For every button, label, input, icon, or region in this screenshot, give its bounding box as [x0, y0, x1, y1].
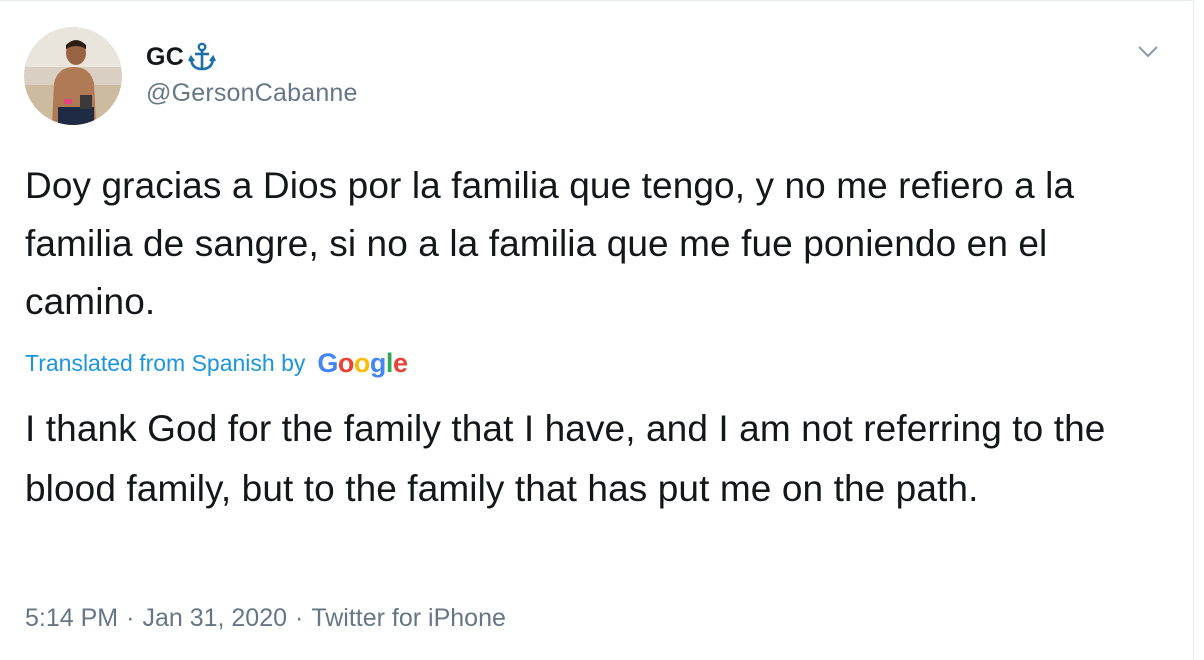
translated-from-label[interactable]: Translated from Spanish by [25, 350, 305, 377]
user-handle[interactable]: @GersonCabanne [146, 79, 358, 108]
google-letter: o [337, 347, 355, 378]
more-options-button[interactable] [1130, 37, 1166, 67]
anchor-icon [188, 42, 217, 72]
tweet-metadata: 5:14 PM · Jan 31, 2020 · Twitter for iPh… [25, 604, 506, 633]
google-letter: e [392, 347, 408, 378]
meta-separator: · [126, 604, 135, 632]
translation-attribution: Translated from Spanish by G o o g l e [25, 345, 408, 381]
tweet-source[interactable]: Twitter for iPhone [311, 604, 506, 633]
tweet-card: GC @GersonCabanne Doy gracias a Dios por… [0, 0, 1194, 660]
google-letter: g [369, 347, 387, 378]
tweet-time[interactable]: 5:14 PM [25, 604, 118, 633]
chevron-down-icon [1138, 46, 1158, 58]
avatar-photo [24, 27, 122, 125]
meta-separator: · [295, 604, 304, 632]
google-letter: l [385, 347, 394, 378]
tweet-date[interactable]: Jan 31, 2020 [142, 604, 287, 633]
google-letter: G [317, 347, 338, 378]
display-name[interactable]: GC [146, 43, 184, 72]
google-letter: o [353, 347, 371, 378]
google-logo: G o o g l e [317, 347, 408, 379]
translated-tweet-text: I thank God for the family that I have, … [25, 408, 1106, 509]
tweet-text: Doy gracias a Dios por la familia que te… [25, 165, 1075, 322]
avatar[interactable] [24, 27, 122, 125]
display-name-row: GC [146, 41, 217, 73]
